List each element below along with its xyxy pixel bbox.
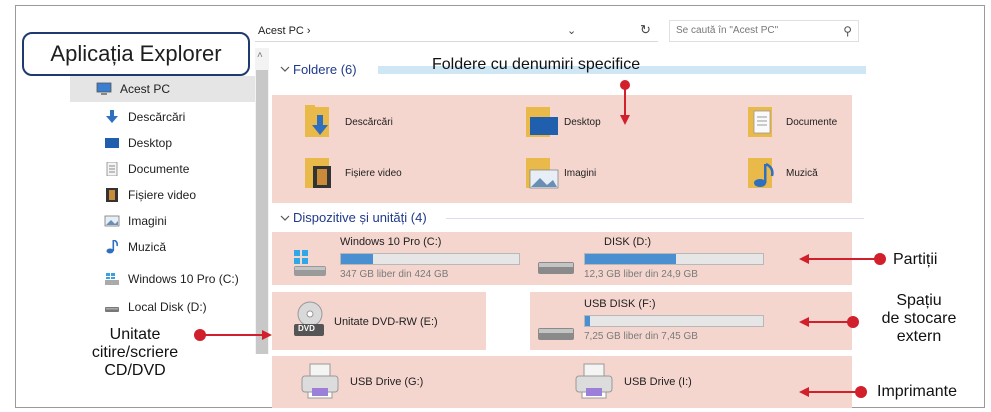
external-storage-callout: Spațiu de stocare extern: [857, 292, 981, 346]
external-storage-line: extern: [896, 328, 942, 345]
partitions-callout: Partiții: [893, 251, 938, 268]
optical-drive-line: CD/DVD: [104, 362, 166, 379]
optical-drive-line: Unitate: [109, 326, 161, 343]
optical-drive-callout: Unitate citire/scriere CD/DVD: [70, 326, 200, 380]
optical-drive-line: citire/scriere: [91, 344, 179, 361]
printers-callout: Imprimante: [877, 383, 958, 400]
external-storage-line: Spațiu: [896, 292, 942, 309]
folders-callout: Foldere cu denumiri specifice: [432, 56, 641, 73]
explorer-title-callout: Aplicația Explorer: [22, 32, 250, 76]
external-storage-line: de stocare: [881, 310, 957, 327]
